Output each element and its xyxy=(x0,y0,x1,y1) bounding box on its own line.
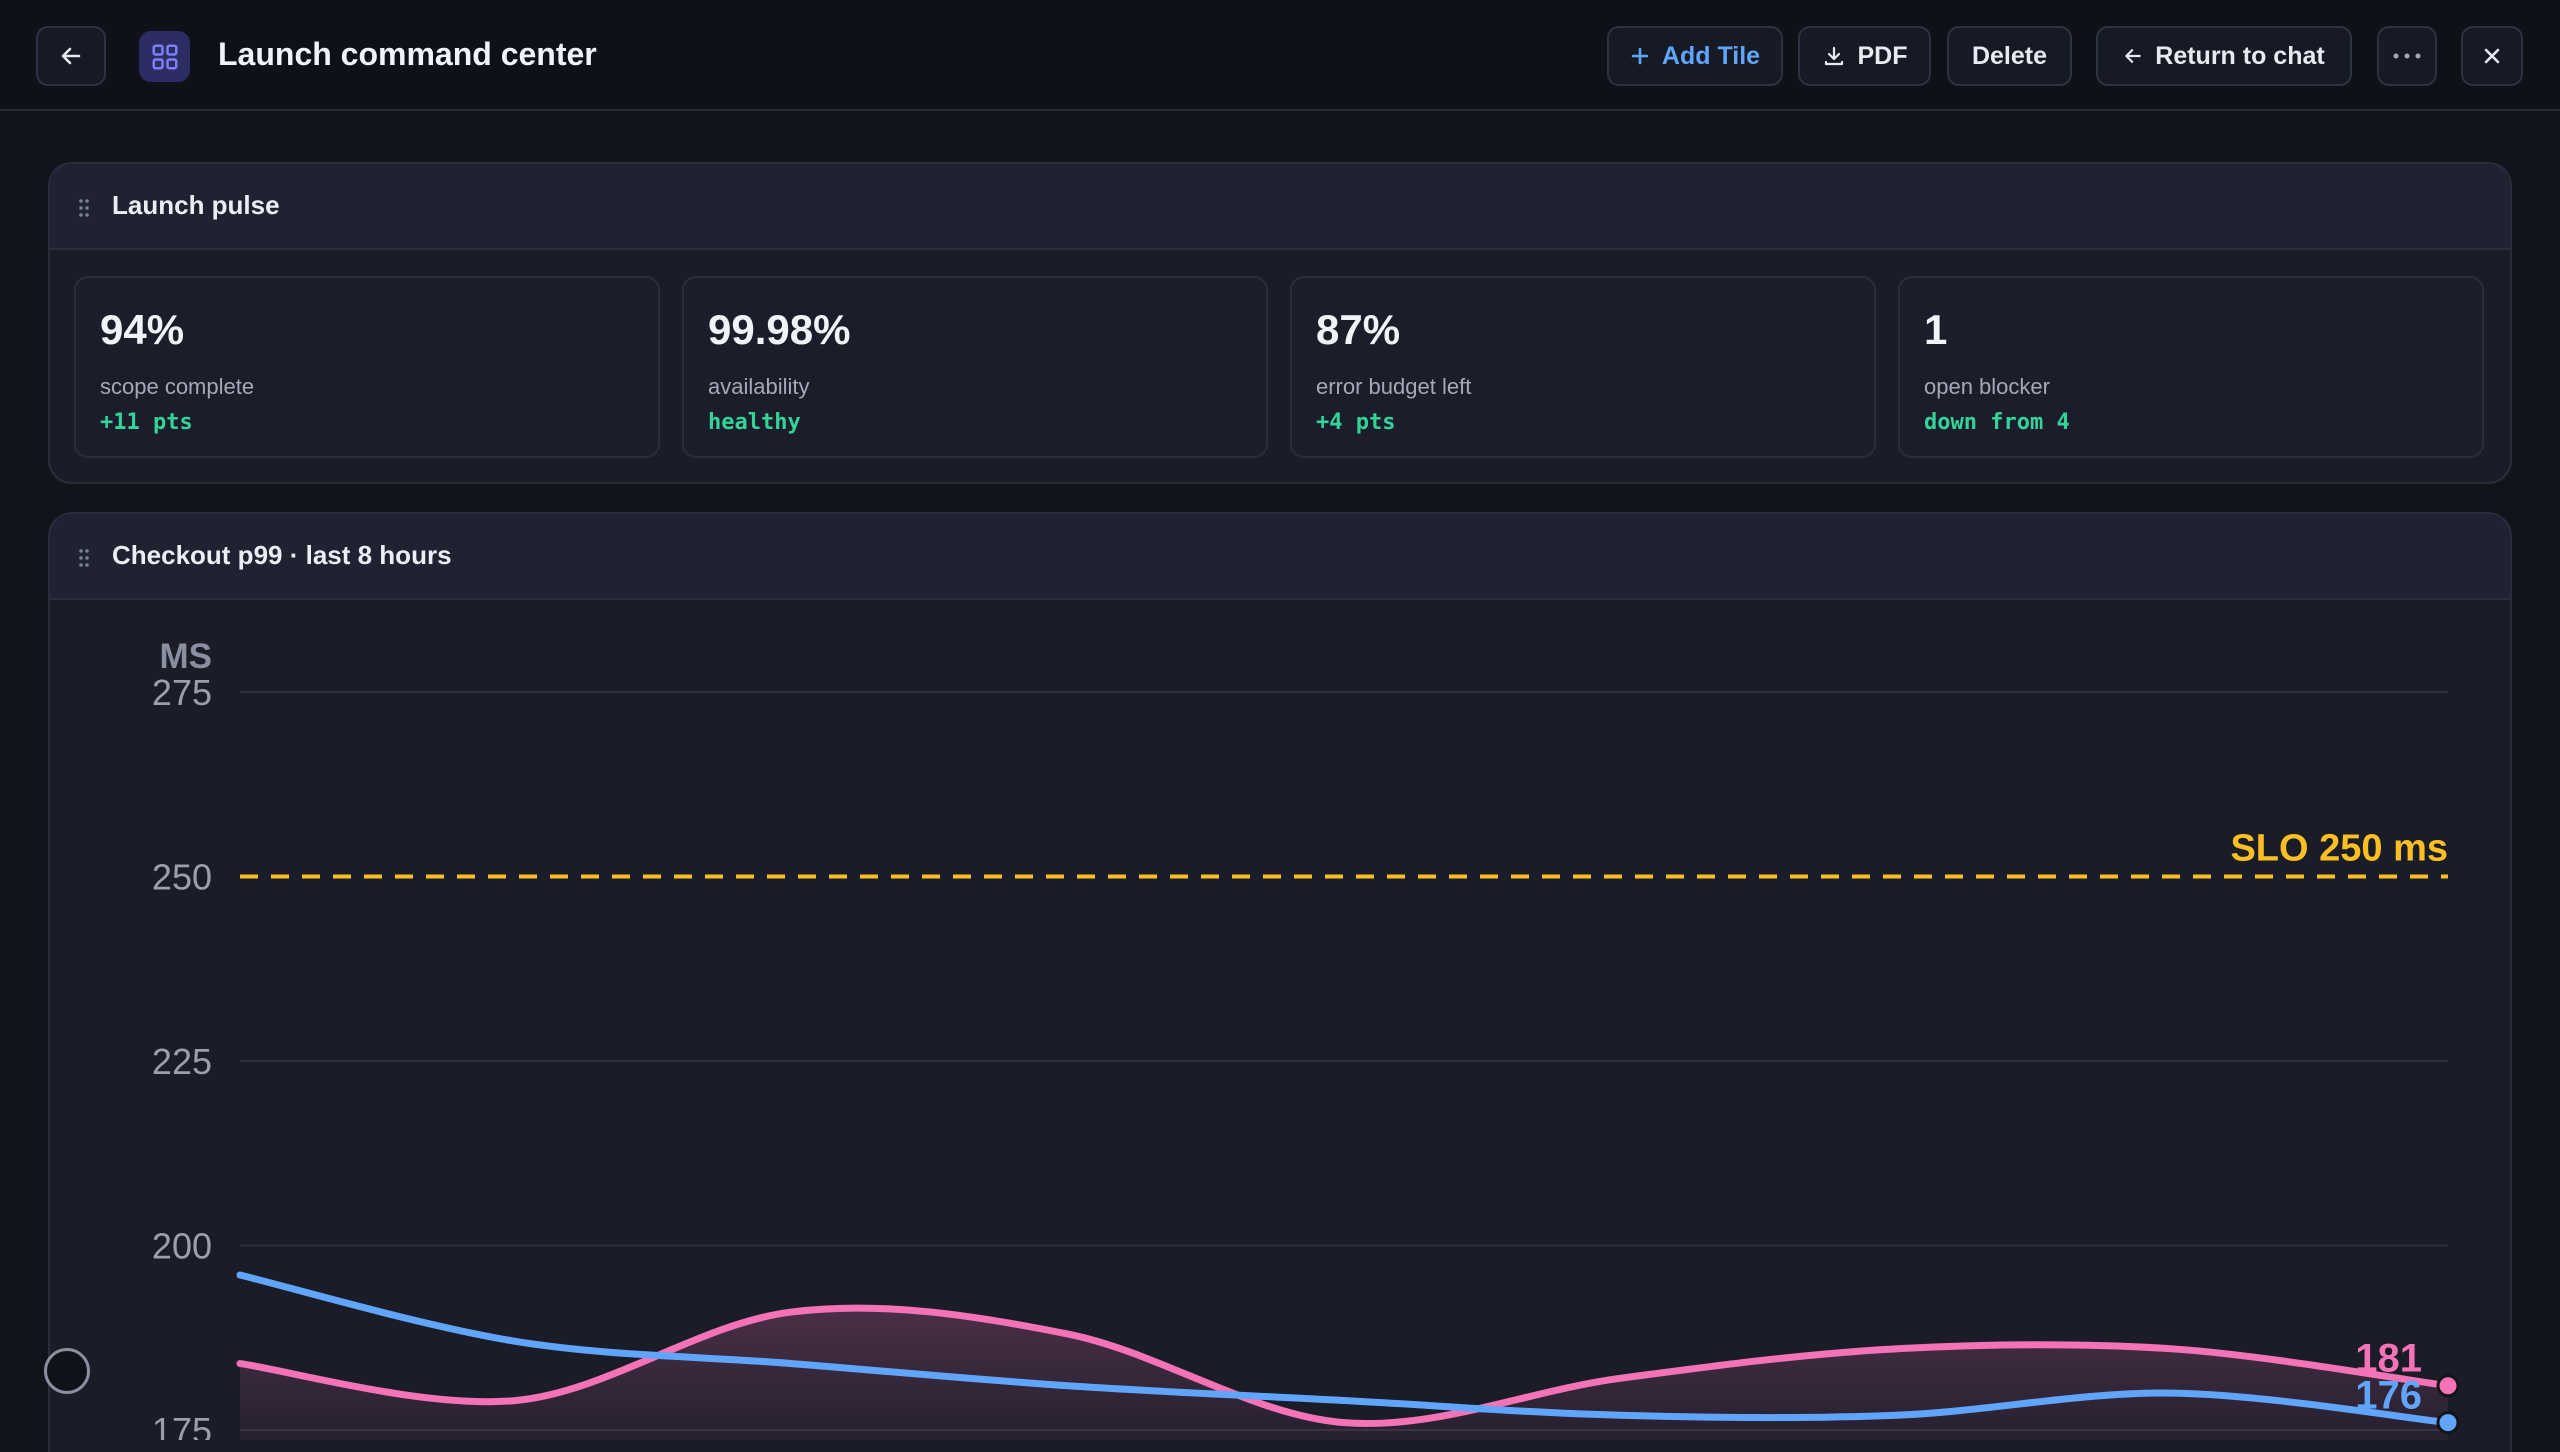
kpi-card: 99.98% availability healthy xyxy=(682,276,1268,458)
kpi-label: open blocker xyxy=(1924,374,2050,399)
panel-header: Checkout p99 · last 8 hours xyxy=(50,514,2510,600)
top-bar: Launch command center Add Tile PDF Delet… xyxy=(0,0,2560,111)
panel-header: Launch pulse xyxy=(50,164,2510,250)
kpi-card: 87% error budget left +4 pts xyxy=(1290,276,1876,458)
more-horizontal-icon xyxy=(2393,53,2421,59)
close-icon xyxy=(2484,48,2500,64)
close-button[interactable] xyxy=(2461,26,2523,86)
kpi-delta: down from 4 xyxy=(1924,410,2070,435)
drag-handle-icon[interactable] xyxy=(78,548,90,568)
download-icon xyxy=(1824,46,1843,66)
kpi-card: 94% scope complete +11 pts xyxy=(74,276,660,458)
kpi-delta: healthy xyxy=(708,410,801,435)
panel-title: Launch pulse xyxy=(112,190,280,220)
kpi-label: availability xyxy=(708,374,810,399)
plus-icon xyxy=(1631,47,1649,65)
arrow-left-icon xyxy=(61,47,81,65)
back-button[interactable] xyxy=(36,26,106,86)
checkout-p99-panel: Checkout p99 · last 8 hours xyxy=(48,512,2512,1452)
panel-title: Checkout p99 · last 8 hours xyxy=(112,540,452,570)
pdf-button[interactable]: PDF xyxy=(1798,26,1931,86)
add-tile-button[interactable]: Add Tile xyxy=(1607,26,1783,86)
return-to-chat-button[interactable]: Return to chat xyxy=(2096,26,2352,86)
app-icon xyxy=(139,31,190,82)
drag-handle-icon[interactable] xyxy=(78,198,90,218)
page-title: Launch command center xyxy=(218,36,597,72)
return-to-chat-label: Return to chat xyxy=(2155,41,2325,70)
kpi-card: 1 open blocker down from 4 xyxy=(1898,276,2484,458)
kpi-delta: +11 pts xyxy=(100,410,193,435)
kpi-value: 1 xyxy=(1924,306,1948,353)
kpi-label: scope complete xyxy=(100,374,255,399)
add-tile-label: Add Tile xyxy=(1661,41,1761,70)
launch-pulse-panel: Launch pulse 94% scope complete +11 pts … xyxy=(48,162,2512,484)
kpi-value: 94% xyxy=(100,306,185,353)
arrow-left-small-icon xyxy=(2125,49,2142,63)
more-options-button[interactable] xyxy=(2377,26,2437,86)
delete-label: Delete xyxy=(1971,41,2048,70)
grid-icon xyxy=(152,44,177,69)
delete-button[interactable]: Delete xyxy=(1947,26,2072,86)
help-button[interactable] xyxy=(44,1348,90,1394)
kpi-value: 87% xyxy=(1316,306,1401,353)
kpi-value: 99.98% xyxy=(708,306,851,353)
kpi-delta: +4 pts xyxy=(1316,410,1396,435)
kpi-label: error budget left xyxy=(1316,374,1472,399)
pdf-label: PDF xyxy=(1857,41,1908,70)
